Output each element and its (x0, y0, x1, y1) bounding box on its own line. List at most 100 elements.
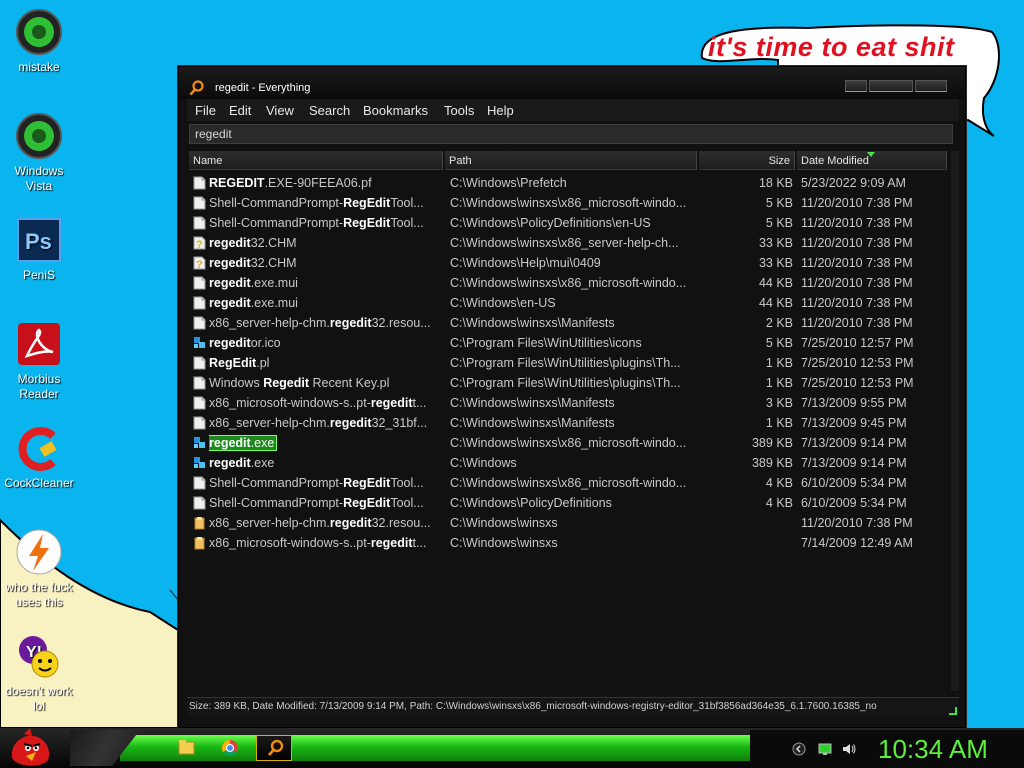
file-name-suffix: .exe (250, 456, 275, 470)
volume-icon[interactable] (842, 742, 856, 756)
file-name-match: Regedit (263, 376, 310, 390)
file-size: 44 KB (758, 296, 793, 310)
search-icon (267, 739, 284, 756)
file-name: REGEDIT.EXE-90FEEA06.pf (209, 173, 441, 193)
network-icon[interactable] (818, 742, 832, 756)
registry-icon (193, 336, 206, 350)
menu-file[interactable]: File (195, 103, 216, 118)
file-date: 11/20/2010 7:38 PM (801, 216, 913, 230)
file-name-prefix: x86_server-help-chm. (209, 516, 330, 530)
table-row[interactable]: x86_server-help-chm.regedit32.resou... C:… (189, 513, 951, 533)
desktop-icon-windows-vista[interactable]: Windows Vista (0, 112, 78, 194)
table-row[interactable]: RegEdit.pl C:\Program Files\WinUtilities\… (189, 353, 951, 373)
file-name-match: regedit (329, 316, 372, 330)
menu-tools[interactable]: Tools (444, 103, 474, 118)
doc-icon (193, 396, 206, 410)
file-name-prefix: Shell-CommandPrompt- (209, 476, 344, 490)
file-path: C:\Windows (450, 456, 517, 470)
table-row[interactable]: x86_microsoft-windows-s..pt-regeditt... C… (189, 533, 951, 553)
folder-icon (193, 516, 206, 530)
svg-text:?: ? (196, 259, 203, 270)
menu-search[interactable]: Search (309, 103, 350, 118)
folder-icon (178, 740, 195, 755)
back-icon[interactable] (792, 742, 806, 756)
menu-view[interactable]: View (266, 103, 294, 118)
doc-icon (193, 276, 206, 290)
close-button[interactable] (915, 80, 947, 92)
column-name[interactable]: Name (189, 151, 443, 170)
green-orb-icon (15, 112, 63, 160)
desktop-icon-doesnt-work[interactable]: Y! doesn't work lol (0, 632, 78, 714)
table-row[interactable]: regedit.exe.mui C:\Windows\en-US 44 KB 11/2… (189, 293, 951, 313)
file-name-suffix: .exe (250, 436, 275, 450)
minimize-button[interactable] (845, 80, 867, 92)
file-name-match: regedit (209, 296, 251, 310)
file-name-suffix: 32.resou... (371, 516, 431, 530)
file-name-suffix: t... (412, 536, 427, 550)
doc-icon (193, 196, 206, 210)
file-name: regedit.exe (209, 433, 441, 453)
file-name-match: RegEdit (209, 356, 257, 370)
table-row[interactable]: Shell-CommandPrompt-RegEditTool... C:\Win… (189, 193, 951, 213)
menu-bookmarks[interactable]: Bookmarks (363, 103, 428, 118)
file-name-prefix: x86_server-help-chm. (209, 316, 330, 330)
file-date: 7/25/2010 12:53 PM (801, 356, 914, 370)
menu-help[interactable]: Help (487, 103, 514, 118)
table-row[interactable]: Shell-CommandPrompt-RegEditTool... C:\Win… (189, 493, 951, 513)
table-row[interactable]: Shell-CommandPrompt-RegEditTool... C:\Win… (189, 213, 951, 233)
doc-icon (193, 296, 206, 310)
file-date: 7/13/2009 9:14 PM (801, 436, 907, 450)
file-name-match: regedit (370, 396, 413, 410)
file-name-match: regedit (209, 336, 251, 350)
file-name-suffix: Tool... (390, 216, 424, 230)
resize-grip[interactable] (949, 707, 957, 715)
angry-bird-start-icon[interactable] (6, 728, 54, 768)
file-name-match: regedit (209, 256, 251, 270)
desktop-icon-label: Morbius Reader (17, 372, 61, 401)
file-size: 1 KB (765, 416, 793, 430)
table-row[interactable]: x86_microsoft-windows-s..pt-regeditt... C… (189, 393, 951, 413)
file-size: 33 KB (758, 236, 793, 250)
taskbar-everything-button[interactable] (256, 735, 292, 761)
desktop-icon-morbius-reader[interactable]: Morbius Reader (0, 320, 78, 402)
pdf-icon (15, 320, 63, 368)
maximize-button[interactable] (869, 80, 913, 92)
column-path[interactable]: Path (445, 151, 697, 170)
column-size[interactable]: Size (699, 151, 795, 170)
taskbar-clock[interactable]: 10:34 AM (878, 735, 988, 763)
table-row[interactable]: Shell-CommandPrompt-RegEditTool... C:\Win… (189, 473, 951, 493)
table-row[interactable]: x86_server-help-chm.regedit32_31bf... C:\… (189, 413, 951, 433)
desktop-icon-cockcleaner[interactable]: CockCleaner (0, 424, 78, 491)
table-row[interactable]: x86_server-help-chm.regedit32.resou... C:… (189, 313, 951, 333)
file-path: C:\Windows\winsxs\x86_microsoft-windo... (450, 436, 687, 450)
table-row[interactable]: ? regedit32.CHM C:\Windows\Help\mui\0409 33… (189, 253, 951, 273)
table-row[interactable]: regedit.exe.mui C:\Windows\winsxs\x86_mic… (189, 273, 951, 293)
desktop-icon-who-uses-this[interactable]: who the fuck uses this (0, 528, 78, 610)
table-row[interactable]: regedit.exe C:\Windows 389 KB 7/13/2009 9:1… (189, 453, 951, 473)
file-path: C:\Windows\winsxs\Manifests (450, 316, 615, 330)
table-row-selected[interactable]: regedit.exe C:\Windows\winsxs\x86_microso… (189, 433, 951, 453)
registry-icon (193, 436, 206, 450)
file-name-suffix: 32.CHM (250, 256, 297, 270)
title-bar[interactable]: regedit - Everything (179, 67, 965, 99)
desktop-icon-penis[interactable]: Ps PeniS (0, 216, 78, 283)
file-name-match: regedit (329, 416, 372, 430)
table-row[interactable]: ? regedit32.CHM C:\Windows\winsxs\x86_serv… (189, 233, 951, 253)
file-date: 6/10/2009 5:34 PM (801, 476, 907, 490)
table-row[interactable]: REGEDIT.EXE-90FEEA06.pf C:\Windows\Prefet… (189, 173, 951, 193)
taskbar-chrome-button[interactable] (212, 735, 248, 761)
file-name: Shell-CommandPrompt-RegEditTool... (209, 213, 441, 233)
taskbar-explorer-button[interactable] (168, 735, 204, 761)
table-row[interactable]: Windows Regedit Recent Key.pl C:\Program … (189, 373, 951, 393)
file-path: C:\Windows\en-US (450, 296, 556, 310)
menu-edit[interactable]: Edit (229, 103, 251, 118)
desktop-icon-mistake[interactable]: mistake (0, 8, 78, 75)
table-row[interactable]: regeditor.ico C:\Program Files\WinUtiliti… (189, 333, 951, 353)
file-name-match: regedit (370, 536, 413, 550)
file-name-prefix: x86_microsoft-windows-s..pt- (209, 396, 371, 410)
file-path: C:\Program Files\WinUtilities\icons (450, 336, 642, 350)
file-size: 1 KB (765, 356, 793, 370)
window-title: regedit - Everything (215, 82, 311, 94)
search-input[interactable] (189, 124, 953, 144)
vertical-scrollbar[interactable] (951, 151, 959, 691)
